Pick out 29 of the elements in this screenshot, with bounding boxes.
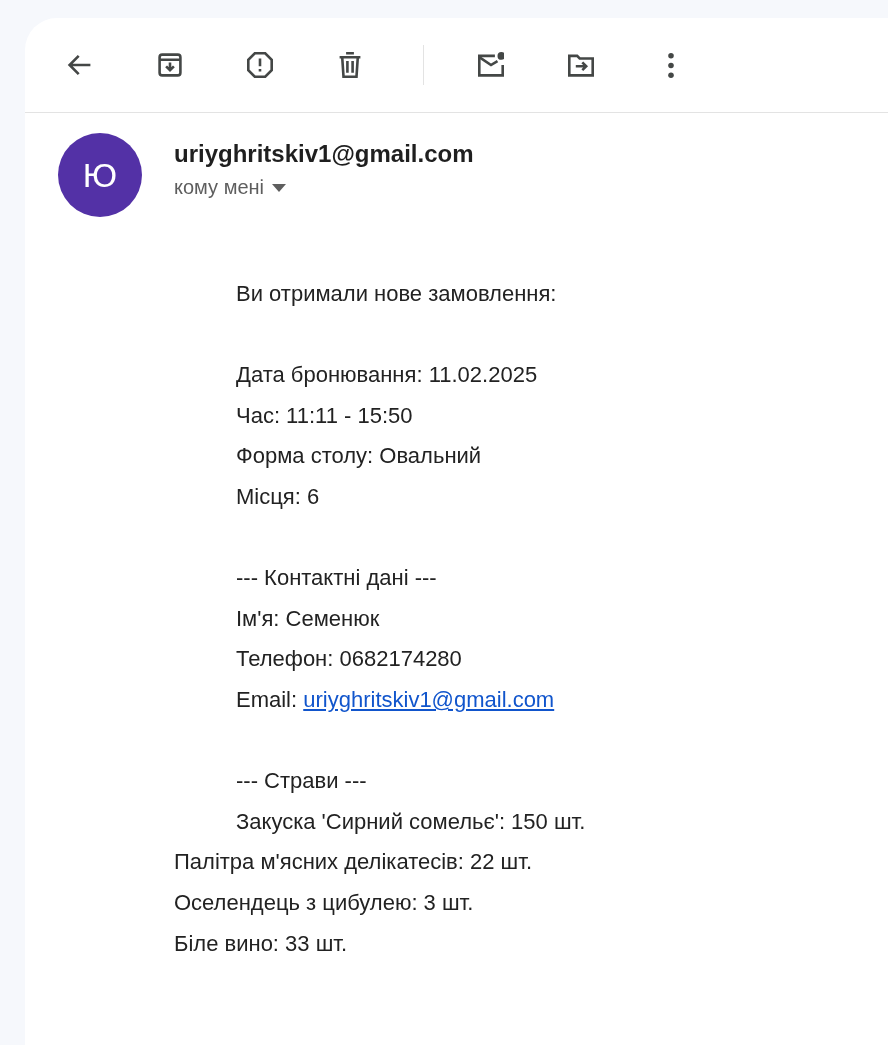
body-line: Закуска 'Сирний сомельє': 150 шт. [236,808,586,834]
body-line: Дата бронювання: 11.02.2025 [236,362,538,388]
alert-button[interactable] [245,50,275,80]
body-line: --- Контактні дані --- [236,565,437,591]
body-line: Палітра м'ясних делікатесів: 22 шт. [174,849,532,875]
trash-icon [337,52,363,78]
body-line: Місця: 6 [236,483,320,509]
body-line: Ви отримали нове замовлення: [236,281,557,306]
alert-icon [247,52,273,78]
body-line: Ім'я: Семенюк [236,605,380,631]
body-line: Телефон: 0682174280 [236,646,462,672]
archive-button[interactable] [155,50,185,80]
body-line: Час: 11:11 - 15:50 [236,402,413,428]
avatar: Ю [58,133,142,217]
body-line: Email: uriyghritskiv1@gmail.com [236,686,555,712]
back-icon [67,52,93,78]
sender-email: uriyghritskiv1@gmail.com [174,140,474,168]
body-line: Форма столу: Овальний [236,443,482,469]
envelope-button[interactable] [476,50,506,80]
more-icon [668,52,674,78]
archive-icon [157,52,183,78]
body-line: Біле вино: 33 шт. [174,930,348,956]
folder-icon [568,52,594,78]
email-link[interactable]: uriyghritskiv1@gmail.com [303,686,555,712]
body-line: Оселендець з цибулею: 3 шт. [174,889,474,915]
envelope-icon [478,52,504,78]
caret-icon[interactable] [272,183,286,192]
recipient-label[interactable]: кому мені [174,176,264,199]
body-line: --- Страви --- [236,768,367,794]
